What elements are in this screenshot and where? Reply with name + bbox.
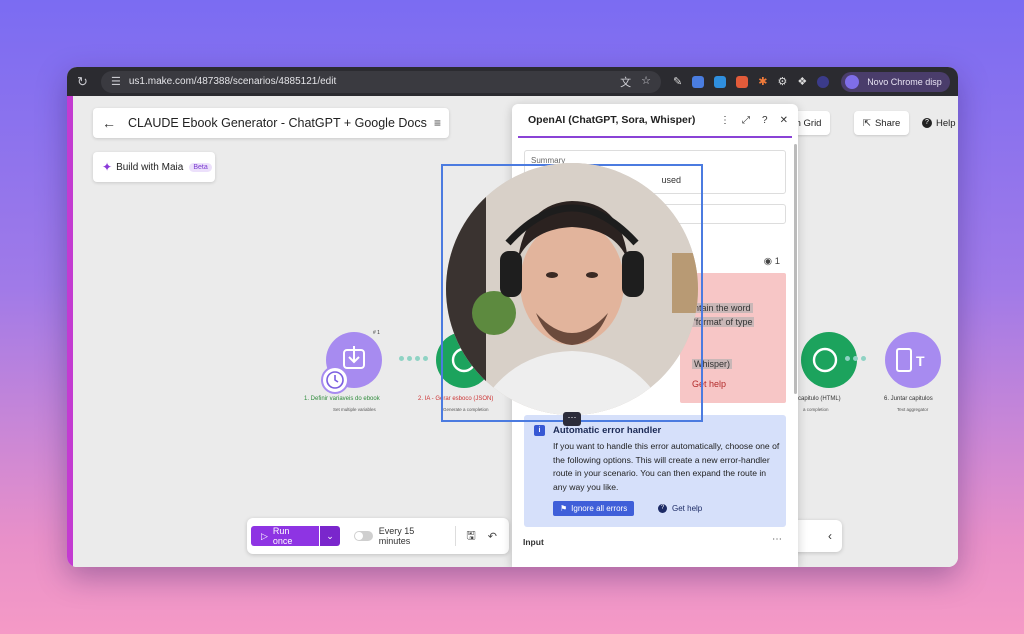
webcam-menu-icon[interactable]: ⋯: [563, 412, 581, 426]
ops-count: 1: [774, 256, 780, 267]
help-icon: ?: [922, 118, 932, 128]
node-sub: a completion: [803, 407, 829, 412]
scenario-title[interactable]: CLAUDE Ebook Generator - ChatGPT + Googl…: [128, 116, 427, 130]
avatar: [845, 74, 860, 89]
site-settings-icon[interactable]: ☰: [111, 75, 121, 88]
beta-badge: Beta: [189, 162, 212, 172]
operations-count: ◉ 1: [764, 256, 780, 267]
address-bar[interactable]: ☰ us1.make.com/487388/scenarios/4885121/…: [101, 70, 661, 93]
get-help-label: Get help: [672, 504, 703, 513]
panel-title: OpenAI (ChatGPT, Sora, Whisper): [528, 114, 696, 126]
run-once-label: Run once: [272, 526, 293, 546]
connector[interactable]: [845, 356, 866, 361]
play-icon: ▷: [261, 530, 268, 541]
presenter-video-image: [446, 163, 698, 415]
svg-text:T: T: [916, 353, 925, 369]
profile-chip[interactable]: Novo Chrome disp: [841, 71, 950, 92]
node-sub: Set multiple variables: [333, 407, 376, 412]
panel-header: OpenAI (ChatGPT, Sora, Whisper) ⋮ ⤢ ? ✕: [518, 104, 792, 138]
node-count: # 1: [373, 330, 380, 336]
help-icon[interactable]: ?: [762, 115, 768, 126]
run-options-chevron-icon[interactable]: ⌄: [320, 526, 340, 546]
extensions-puzzle-icon[interactable]: ❖: [797, 75, 807, 88]
node-label: 6. Juntar capitulos: [884, 396, 933, 402]
connector[interactable]: [399, 356, 428, 361]
automatic-error-handler: i Automatic error handler If you want to…: [524, 415, 786, 527]
eye-icon: ◉: [763, 256, 775, 267]
schedule-clock-icon[interactable]: [321, 366, 349, 394]
bookmark-star-icon[interactable]: ☆: [641, 74, 651, 90]
ignore-icon: ⚑: [560, 504, 568, 513]
text-aggregator-icon: T: [896, 348, 925, 372]
info-icon: i: [534, 425, 545, 436]
webcam-overlay: [446, 163, 698, 415]
schedule-label[interactable]: Every 15 minutes: [379, 526, 446, 546]
sparkle-icon: ✦: [102, 160, 113, 174]
node-sub: Text aggregator: [897, 407, 929, 412]
ignore-label: Ignore all errors: [571, 504, 628, 513]
node-label: capitulo (HTML): [798, 396, 841, 402]
expand-icon[interactable]: ⤢: [742, 115, 750, 126]
extension-orange-icon[interactable]: [736, 75, 749, 88]
divider: [455, 526, 457, 546]
node-text-aggregator[interactable]: T: [885, 332, 941, 388]
share-icon: ⇱: [863, 117, 871, 129]
translate-icon[interactable]: 文: [620, 74, 631, 90]
browser-toolbar: ↻ ☰ us1.make.com/487388/scenarios/488512…: [67, 67, 958, 96]
extension-star-icon[interactable]: ✱: [758, 75, 767, 88]
reload-icon[interactable]: ↻: [77, 74, 93, 90]
share-button[interactable]: ⇱ Share: [854, 111, 910, 135]
settings-sliders-icon[interactable]: ≡: [434, 116, 441, 130]
node-label: 1. Definir variaveis do ebook: [304, 396, 380, 402]
share-label: Share: [874, 117, 901, 129]
eyedropper-icon[interactable]: ✎: [673, 75, 682, 88]
help-button[interactable]: ? Help: [913, 111, 958, 135]
extension-cube-icon[interactable]: [714, 75, 727, 88]
build-with-maia-button[interactable]: ✦ Build with Maia Beta: [93, 152, 215, 182]
chevron-left-icon: ‹: [828, 529, 832, 543]
back-arrow-icon[interactable]: ←: [102, 115, 122, 131]
undo-icon[interactable]: ↶: [488, 530, 497, 543]
handler-title: Automatic error handler: [553, 425, 662, 436]
ignore-all-errors-button[interactable]: ⚑ Ignore all errors: [553, 501, 635, 516]
close-icon[interactable]: ✕: [780, 115, 788, 126]
run-once-button[interactable]: ▷ Run once: [251, 526, 320, 546]
input-section-label: Input: [523, 537, 544, 547]
schedule-toggle[interactable]: [353, 531, 373, 541]
save-icon[interactable]: 🖫: [466, 527, 475, 546]
scenario-toolbar: ▷ Run once ⌄ Every 15 minutes 🖫 ↶: [247, 518, 509, 554]
maia-label: Build with Maia: [116, 161, 184, 173]
extension-gear-icon[interactable]: ⚙: [777, 75, 787, 88]
panel-scrollbar[interactable]: [794, 144, 797, 394]
url-text: us1.make.com/487388/scenarios/4885121/ed…: [128, 76, 337, 87]
more-vertical-icon[interactable]: ⋮: [720, 115, 730, 126]
get-help-button[interactable]: ? Get help: [658, 501, 702, 516]
extension-shield-icon[interactable]: [817, 75, 830, 88]
help-circle-icon: ?: [658, 504, 667, 513]
handler-description: If you want to handle this error automat…: [553, 441, 780, 492]
extension-blue-icon[interactable]: [692, 75, 705, 88]
profile-label: Novo Chrome disp: [867, 76, 942, 87]
help-label: Help: [936, 117, 956, 129]
scenario-title-card: ← CLAUDE Ebook Generator - ChatGPT + Goo…: [93, 108, 449, 138]
more-horizontal-icon[interactable]: ⋯: [772, 534, 782, 545]
